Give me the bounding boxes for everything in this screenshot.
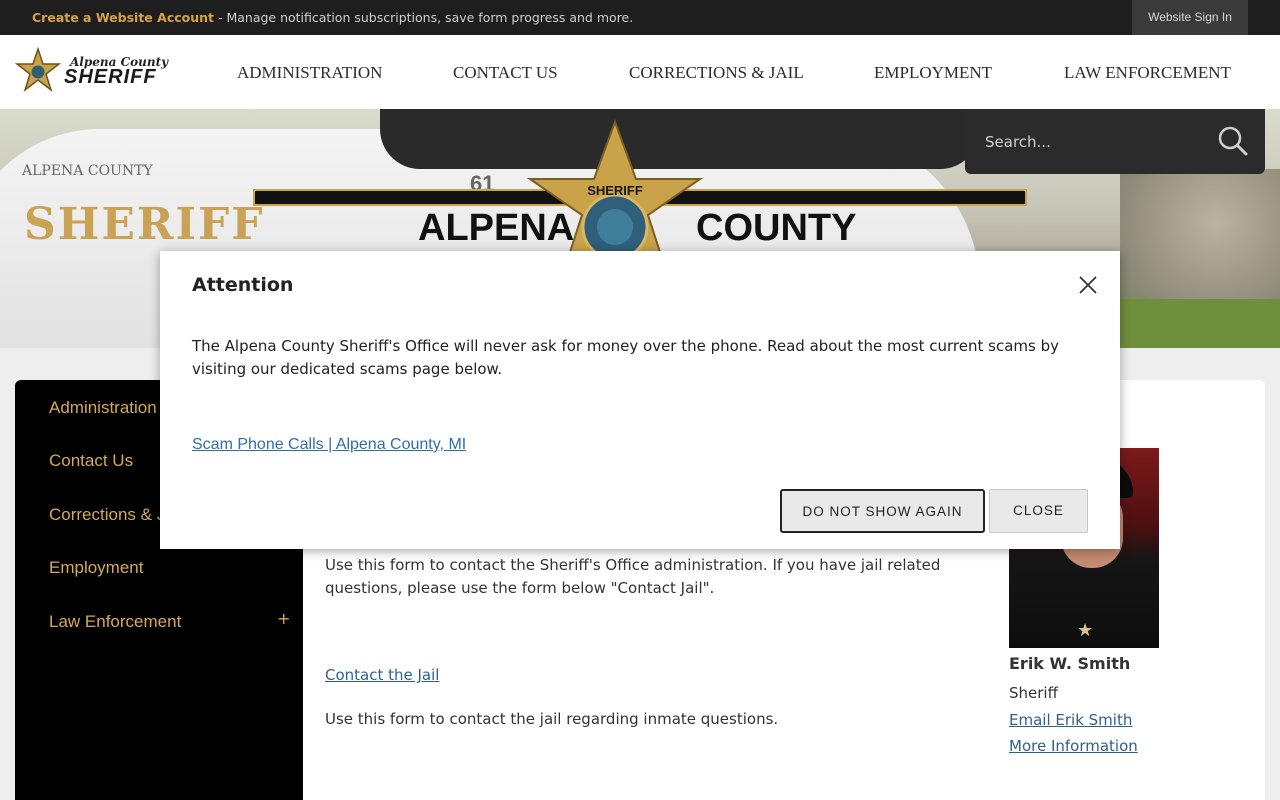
website-sign-in-button[interactable]: Website Sign In [1132, 0, 1248, 35]
nav-corrections-jail[interactable]: CORRECTIONS & JAIL [629, 63, 804, 83]
expand-icon[interactable]: + [277, 609, 290, 628]
top-bar: Create a Website Account - Manage notifi… [0, 0, 1280, 35]
close-icon[interactable] [1076, 273, 1100, 297]
modal-title: Attention [192, 274, 294, 296]
sidebar-item-contact-us[interactable]: Contact Us [49, 451, 133, 471]
search-box [965, 109, 1265, 174]
banner-alpena-text: ALPENA [418, 207, 575, 249]
banner-star-label: SHERIFF [587, 183, 643, 198]
site-logo[interactable]: Alpena County SHERIFF [14, 47, 174, 99]
create-account-link[interactable]: Create a Website Account [32, 10, 214, 25]
sidebar-item-employment[interactable]: Employment [49, 558, 143, 578]
profile-title: Sheriff [1009, 684, 1058, 702]
banner-vehicle-county-text: ALPENA COUNTY [22, 163, 153, 179]
sidebar-item-law-enforcement[interactable]: Law Enforcement [49, 612, 181, 632]
logo-sheriff-text: SHERIFF [64, 66, 157, 88]
nav-contact-us[interactable]: CONTACT US [453, 63, 558, 83]
account-description: - Manage notification subscriptions, sav… [214, 10, 634, 25]
nav-law-enforcement[interactable]: LAW ENFORCEMENT [1064, 63, 1231, 83]
search-input[interactable] [985, 129, 1205, 155]
jail-form-description: Use this form to contact the jail regard… [325, 710, 779, 728]
more-information-link[interactable]: More Information [1009, 737, 1138, 755]
nav-employment[interactable]: EMPLOYMENT [874, 63, 992, 83]
nav-administration[interactable]: ADMINISTRATION [237, 63, 382, 83]
sidebar-item-administration[interactable]: Administration [49, 398, 157, 418]
site-header: Alpena County SHERIFF ADMINISTRATION CON… [0, 35, 1280, 109]
sheriff-star-icon [14, 47, 62, 93]
profile-name: Erik W. Smith [1009, 654, 1131, 673]
banner-county-text: COUNTY [696, 207, 857, 249]
scam-calls-link[interactable]: Scam Phone Calls | Alpena County, MI [192, 436, 466, 454]
account-banner: Create a Website Account - Manage notifi… [32, 10, 633, 25]
do-not-show-again-button[interactable]: DO NOT SHOW AGAIN [780, 489, 985, 533]
modal-body-text: The Alpena County Sheriff's Office will … [192, 337, 1059, 378]
attention-modal: Attention The Alpena County Sheriff's Of… [160, 251, 1120, 549]
banner-vehicle-sheriff-text: SHERIFF [24, 199, 265, 250]
email-sheriff-link[interactable]: Email Erik Smith [1009, 711, 1132, 729]
contact-jail-link[interactable]: Contact the Jail [325, 666, 439, 684]
search-icon[interactable] [1217, 125, 1249, 157]
admin-form-description: Use this form to contact the Sheriff's O… [325, 556, 941, 597]
close-button[interactable]: CLOSE [989, 489, 1088, 533]
badge-star-icon: ★ [1077, 620, 1094, 641]
